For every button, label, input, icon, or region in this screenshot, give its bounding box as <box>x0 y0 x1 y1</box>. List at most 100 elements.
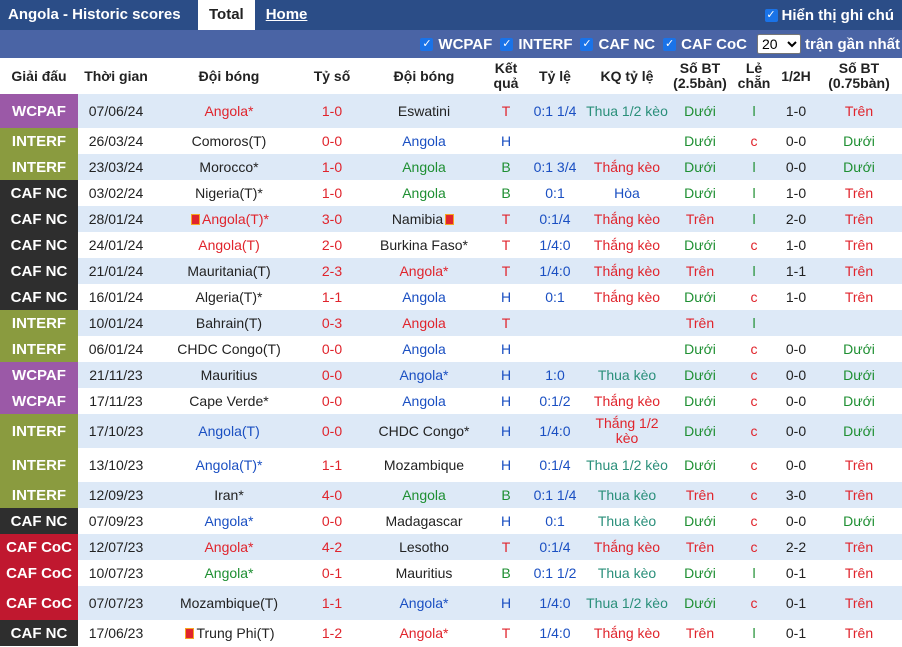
table-row[interactable]: INTERF 26/03/24 Comoros(T) 0-0 Angola H Dưới c 0… <box>0 128 902 154</box>
match-date: 07/07/23 <box>78 586 154 620</box>
home-team-text: Algeria(T)* <box>195 289 263 305</box>
checkbox-icon[interactable] <box>764 8 778 22</box>
odds-result: Thắng kèo <box>586 154 668 180</box>
league-badge-text: CAF NC <box>10 624 68 642</box>
league-badge-text: CAF CoC <box>6 538 72 556</box>
league-badge: INTERF <box>0 448 78 482</box>
home-team: Mauritania(T) <box>154 258 304 284</box>
table-row[interactable]: INTERF 23/03/24 Morocco* 1-0 Angola B 0:1 3/4 T… <box>0 154 902 180</box>
match-result-text: B <box>501 159 511 175</box>
match-date: 07/09/23 <box>78 508 154 534</box>
away-team-text: Angola <box>402 185 446 201</box>
over-under-2-5-text: Trên <box>685 625 715 641</box>
half-time-score-text: 0-0 <box>785 159 807 175</box>
home-team: Nigeria(T)* <box>154 180 304 206</box>
red-card-icon <box>445 214 455 225</box>
odd-even-text: c <box>750 595 758 611</box>
away-team-text: Angola <box>402 289 446 305</box>
table-body: WCPAF 07/06/24 Angola* 1-0 Eswatini T 0:1 1/4 T… <box>0 94 902 646</box>
odd-even-text: c <box>750 133 758 149</box>
match-score: 1-1 <box>304 586 360 620</box>
home-team: Angola(T)* <box>154 206 304 232</box>
filter-caf-coc[interactable]: CAF CoC <box>663 36 747 53</box>
handicap-odds: 1/4:0 <box>524 232 586 258</box>
filter-caf-nc[interactable]: CAF NC <box>580 36 655 53</box>
match-score: 0-0 <box>304 128 360 154</box>
red-card-icon <box>191 214 201 225</box>
handicap-odds-text: 1/4:0 <box>539 625 571 641</box>
handicap-odds: 1/4:0 <box>524 258 586 284</box>
table-header: Giải đấu Thời gian Đội bóng Tỷ số Đội bó… <box>0 58 902 94</box>
table-row[interactable]: CAF CoC 12/07/23 Angola* 4-2 Lesotho T 0:1/4 Th… <box>0 534 902 560</box>
odds-result <box>586 336 668 362</box>
checkbox-icon[interactable] <box>420 37 434 51</box>
tab-home[interactable]: Home <box>255 0 319 30</box>
home-team-text: Cape Verde* <box>189 393 269 409</box>
table-row[interactable]: WCPAF 17/11/23 Cape Verde* 0-0 Angola H 0:1/2 T… <box>0 388 902 414</box>
tab-total[interactable]: Total <box>198 0 255 30</box>
match-score-text: 2-3 <box>321 263 343 279</box>
table-row[interactable]: WCPAF 07/06/24 Angola* 1-0 Eswatini T 0:1 1/4 T… <box>0 94 902 128</box>
match-count-select[interactable]: 20 <box>756 34 801 54</box>
table-row[interactable]: INTERF 06/01/24 CHDC Congo(T) 0-0 Angola H Dướ… <box>0 336 902 362</box>
league-badge: INTERF <box>0 128 78 154</box>
table-row[interactable]: CAF CoC 10/07/23 Angola* 0-1 Mauritius B 0:1 1… <box>0 560 902 586</box>
handicap-odds-text: 0:1/4 <box>539 539 571 555</box>
away-team: Angola <box>360 154 488 180</box>
handicap-odds-text: 1/4:0 <box>539 595 571 611</box>
table-row[interactable]: INTERF 10/01/24 Bahrain(T) 0-3 Angola T Trên l <box>0 310 902 336</box>
odd-even-text: l <box>752 211 756 227</box>
odds-result-text: Thắng kèo <box>593 538 661 555</box>
table-row[interactable]: CAF NC 21/01/24 Mauritania(T) 2-3 Angola* T 1/… <box>0 258 902 284</box>
match-score-text: 2-0 <box>321 237 343 253</box>
match-date-text: 17/11/23 <box>89 393 143 409</box>
home-team-text: Angola(T)* <box>202 211 269 227</box>
away-team: Angola <box>360 482 488 508</box>
table-row[interactable]: INTERF 12/09/23 Iran* 4-0 Angola B 0:1 1/4 Thua… <box>0 482 902 508</box>
table-row[interactable]: WCPAF 21/11/23 Mauritius 0-0 Angola* H 1:0 Thua… <box>0 362 902 388</box>
table-row[interactable]: INTERF 17/10/23 Angola(T) 0-0 CHDC Congo* H 1/… <box>0 414 902 448</box>
match-date-text: 21/11/23 <box>89 367 143 383</box>
odd-even: c <box>732 482 776 508</box>
handicap-odds: 1/4:0 <box>524 586 586 620</box>
league-badge: CAF CoC <box>0 586 78 620</box>
col-home-team: Đội bóng <box>154 58 304 94</box>
table-row[interactable]: CAF NC 07/09/23 Angola* 0-0 Madagascar H 0:1 Th… <box>0 508 902 534</box>
odd-even: c <box>732 232 776 258</box>
handicap-odds: 0:1 <box>524 180 586 206</box>
odds-result-text: Thua 1/2 kèo <box>586 456 668 473</box>
filter-interf[interactable]: INTERF <box>500 36 572 53</box>
show-notes-toggle[interactable]: Hiển thị ghi chú <box>764 0 902 30</box>
match-score-text: 0-3 <box>321 315 343 331</box>
league-badge-text: INTERF <box>11 340 67 358</box>
match-date: 17/10/23 <box>78 414 154 448</box>
league-badge: INTERF <box>0 310 78 336</box>
table-row[interactable]: CAF NC 24/01/24 Angola(T) 2-0 Burkina Faso* T… <box>0 232 902 258</box>
home-team-text: Nigeria(T)* <box>195 185 263 201</box>
checkbox-icon[interactable] <box>500 37 514 51</box>
table-row[interactable]: CAF CoC 07/07/23 Mozambique(T) 1-1 Angola* H 1… <box>0 586 902 620</box>
home-team: Angola(T) <box>154 414 304 448</box>
match-date: 17/06/23 <box>78 620 154 646</box>
half-time-score: 0-0 <box>776 448 816 482</box>
over-under-2-5: Dưới <box>668 362 732 388</box>
checkbox-icon[interactable] <box>580 37 594 51</box>
filter-wcpaf[interactable]: WCPAF <box>420 36 492 53</box>
table-row[interactable]: INTERF 13/10/23 Angola(T)* 1-1 Mozambique H 0:… <box>0 448 902 482</box>
table-row[interactable]: CAF NC 28/01/24 Angola(T)* 3-0 Namibia T 0:1/4… <box>0 206 902 232</box>
show-notes-label: Hiển thị ghi chú <box>781 6 895 24</box>
league-badge-text: CAF NC <box>10 184 68 202</box>
odd-even: c <box>732 448 776 482</box>
odds-result-text: Thắng kèo <box>593 392 661 409</box>
away-team-text: Angola <box>402 159 446 175</box>
table-row[interactable]: CAF NC 17/06/23 Trung Phi(T) 1-2 Angola* T 1/4… <box>0 620 902 646</box>
match-score: 1-0 <box>304 94 360 128</box>
league-badge-text: INTERF <box>11 422 67 440</box>
table-row[interactable]: CAF NC 03/02/24 Nigeria(T)* 1-0 Angola B 0:1 Hò… <box>0 180 902 206</box>
checkbox-icon[interactable] <box>663 37 677 51</box>
match-score: 0-0 <box>304 388 360 414</box>
match-result-text: B <box>501 487 511 503</box>
odd-even: c <box>732 414 776 448</box>
match-score-text: 1-0 <box>321 159 343 175</box>
table-row[interactable]: CAF NC 16/01/24 Algeria(T)* 1-1 Angola H 0:1 Th… <box>0 284 902 310</box>
